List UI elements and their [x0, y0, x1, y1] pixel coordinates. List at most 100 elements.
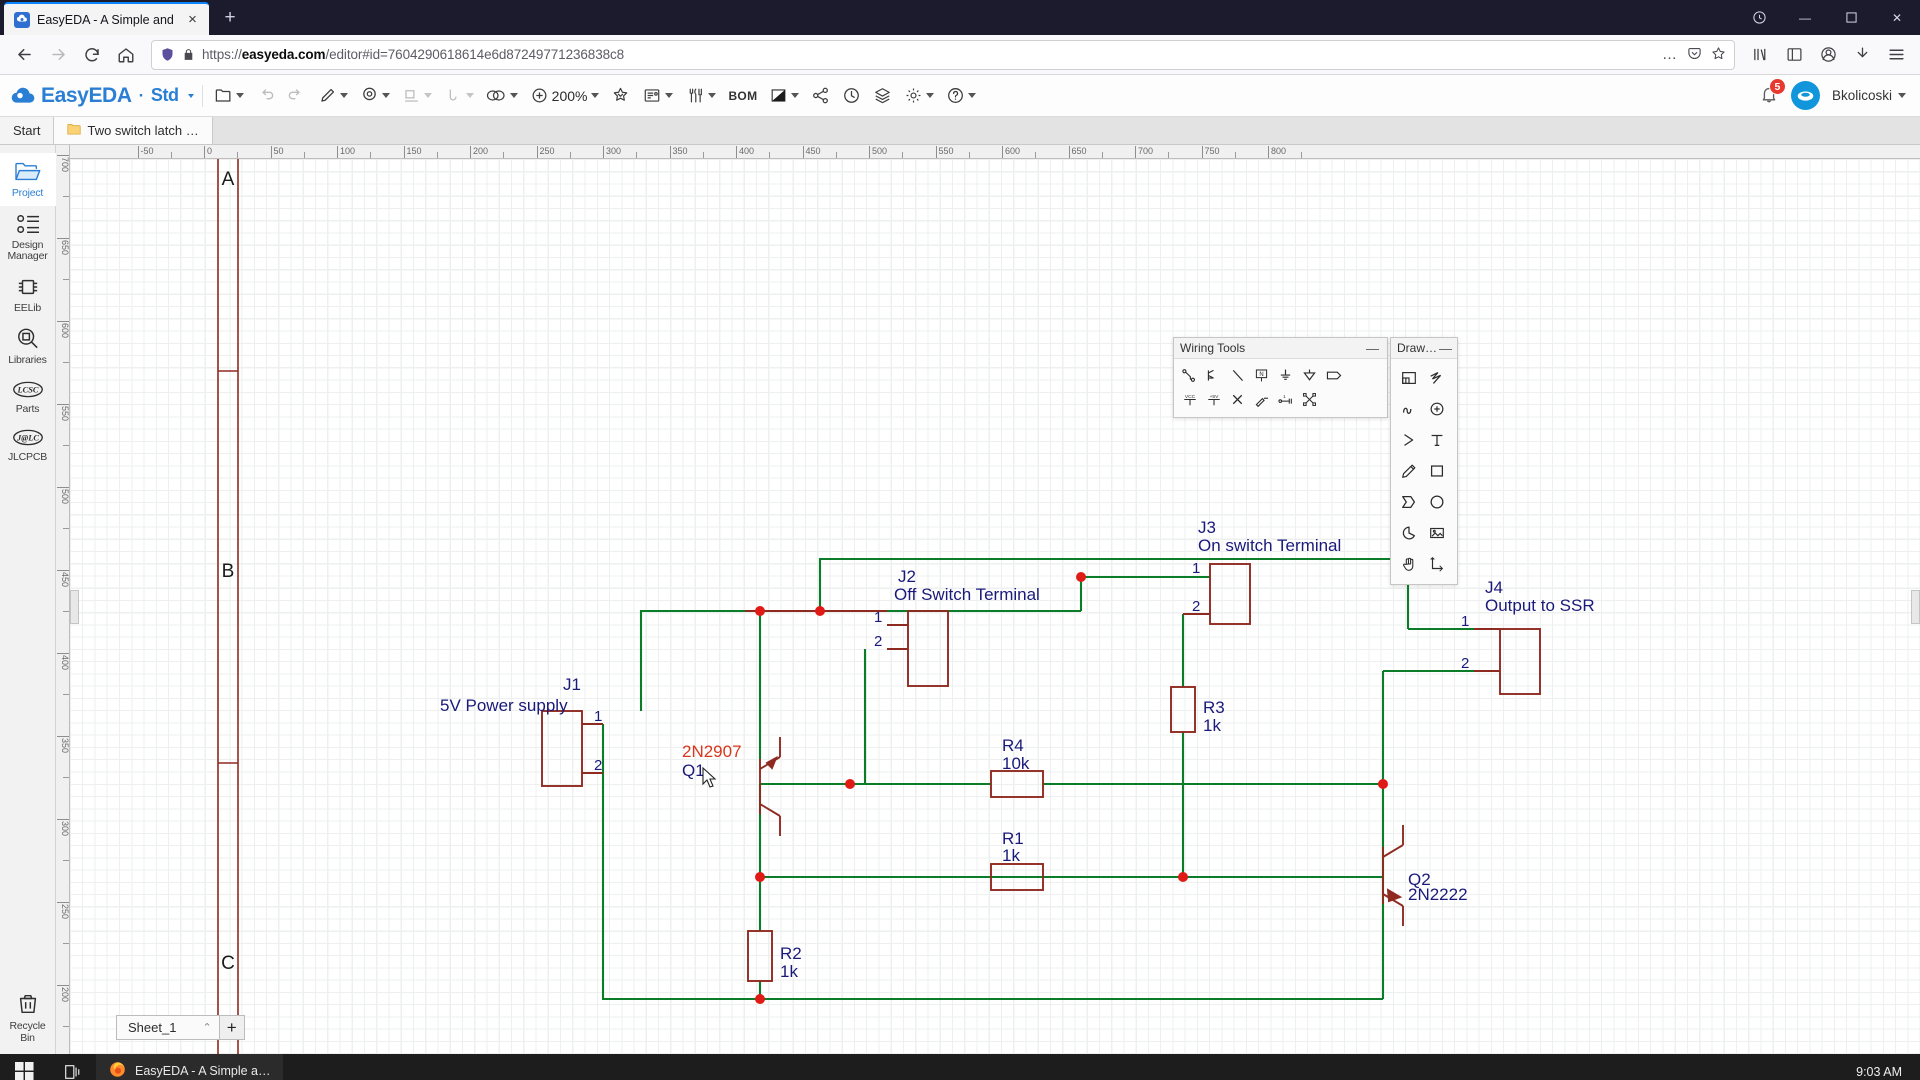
share-button[interactable] [806, 79, 835, 113]
bus-entry-icon[interactable] [1226, 364, 1249, 387]
hand-icon[interactable] [1395, 550, 1423, 578]
net-port-button[interactable] [355, 79, 395, 113]
avatar[interactable] [1790, 81, 1820, 110]
wiring-tools-panel[interactable]: Wiring Tools — N VCC +5V 1 [1173, 337, 1388, 418]
easyeda-logo[interactable]: EasyEDA · Std [10, 84, 196, 108]
panel-header[interactable]: Draw… — [1391, 338, 1457, 359]
sidebar-item-libraries[interactable]: Libraries [0, 320, 56, 373]
rect-icon[interactable] [1423, 457, 1451, 485]
bus-icon[interactable] [1202, 364, 1225, 387]
sheet-tab[interactable]: Sheet_1 ⌃ [116, 1015, 219, 1040]
tab-start[interactable]: Start [0, 117, 55, 144]
schematic-canvas-area[interactable]: -50 0 50 100 150 200 250 300 350 400 450 500 550 600 6… [56, 145, 1920, 1054]
canvas-icon[interactable] [1395, 364, 1423, 392]
settings-button[interactable] [899, 79, 939, 113]
pie-icon[interactable] [1395, 519, 1423, 547]
home-icon[interactable] [110, 39, 142, 71]
sidebar-item-jlcpcb[interactable]: J@LC JLCPCB [0, 421, 56, 470]
draw-tools-panel[interactable]: Draw… — [1390, 337, 1458, 585]
star-icon[interactable] [1711, 46, 1726, 64]
file-menu-button[interactable] [209, 79, 249, 113]
left-panel-handle[interactable] [70, 589, 79, 624]
chevron-down-icon[interactable] [591, 93, 600, 98]
redo-button[interactable] [282, 79, 311, 113]
chevron-down-icon[interactable] [423, 93, 432, 98]
ellipse-icon[interactable] [1423, 488, 1451, 516]
chevron-down-icon[interactable] [187, 93, 194, 98]
sidebar-item-project[interactable]: Project [0, 153, 56, 206]
dimension-icon[interactable] [1423, 550, 1451, 578]
recycle-bin-button[interactable]: Recycle Bin [0, 986, 56, 1054]
right-panel-handle[interactable] [1911, 589, 1920, 624]
notifications-button[interactable]: 5 [1759, 78, 1786, 107]
arrow-icon[interactable] [1395, 426, 1423, 454]
pencil-icon[interactable] [1395, 457, 1423, 485]
url-text[interactable]: https://easyeda.com/editor#id=7604290618… [202, 47, 1655, 62]
panel-minimize-button[interactable]: — [1364, 342, 1381, 355]
panel-header[interactable]: Wiring Tools — [1174, 338, 1387, 359]
downloads-icon[interactable] [1846, 39, 1878, 71]
plus5v-icon[interactable]: +5V [1202, 388, 1225, 411]
window-restore-icon[interactable] [1736, 0, 1782, 35]
chevron-down-icon[interactable] [926, 93, 935, 98]
help-button[interactable] [941, 79, 981, 113]
netlabel-icon[interactable]: N [1250, 364, 1273, 387]
image-icon[interactable] [1423, 519, 1451, 547]
wire-icon[interactable] [1178, 364, 1201, 387]
history-button[interactable] [837, 79, 866, 113]
back-arrow-icon[interactable] [8, 39, 40, 71]
circle-plus-icon[interactable] [1423, 395, 1451, 423]
page-actions-icon[interactable]: … [1662, 46, 1678, 63]
wire-tool-button[interactable] [313, 79, 353, 113]
windows-start-icon[interactable] [0, 1054, 48, 1080]
new-tab-button[interactable]: + [215, 3, 245, 33]
hamburger-icon[interactable] [1880, 39, 1912, 71]
shield-icon[interactable] [160, 47, 175, 62]
visibility-button[interactable] [481, 79, 523, 113]
chevron-up-icon[interactable]: ⌃ [202, 1021, 211, 1034]
sidebar-item-design-manager[interactable]: Design Manager [0, 206, 56, 269]
sidebar-item-parts[interactable]: LCSC Parts [0, 373, 56, 422]
no-connect-icon[interactable] [1226, 388, 1249, 411]
component-labels[interactable]: J1 5V Power supply J2 Off Switch Termina… [440, 518, 1595, 981]
window-close-button[interactable]: ✕ [1874, 0, 1920, 35]
window-minimize-button[interactable]: — [1782, 0, 1828, 35]
user-menu[interactable]: Bkolicoski [1832, 88, 1906, 103]
chevron-down-icon[interactable] [381, 93, 390, 98]
forward-arrow-icon[interactable] [42, 39, 74, 71]
library-icon[interactable] [1744, 39, 1776, 71]
polyline-icon[interactable] [1423, 364, 1451, 392]
sidebar-icon[interactable] [1778, 39, 1810, 71]
gnd-icon[interactable] [1274, 364, 1297, 387]
arc-icon[interactable] [1395, 395, 1423, 423]
taskbar-app-easyeda[interactable]: EasyEDA - A Simple a… [96, 1054, 284, 1080]
add-sheet-button[interactable]: + [218, 1015, 245, 1040]
design-rule-check-button[interactable] [606, 79, 635, 113]
tab-two-switch-latch[interactable]: Two switch latch … [54, 117, 213, 144]
taskbar-clock[interactable]: 9:03 AM [1856, 1065, 1920, 1079]
sidebar-item-eelib[interactable]: EELib [0, 269, 56, 321]
browser-tab[interactable]: EasyEDA - A Simple and Powerf × [4, 2, 209, 35]
bom-button[interactable]: BOM [723, 79, 762, 113]
vcc-icon[interactable]: VCC [1178, 388, 1201, 411]
probe-icon[interactable] [1250, 388, 1273, 411]
pocket-icon[interactable] [1687, 46, 1702, 64]
url-bar[interactable]: https://easyeda.com/editor#id=7604290618… [151, 39, 1735, 70]
account-icon[interactable] [1812, 39, 1844, 71]
panel-minimize-button[interactable]: — [1437, 342, 1454, 355]
netport-icon[interactable] [1322, 364, 1345, 387]
pin-icon[interactable]: 1 [1274, 388, 1297, 411]
schematic-canvas[interactable]: A B C J1 5V Power supply J2 Off Switch T… [70, 159, 1920, 1054]
window-maximize-button[interactable] [1828, 0, 1874, 35]
undo-button[interactable] [251, 79, 280, 113]
netflag-icon[interactable] [1298, 364, 1321, 387]
chevron-down-icon[interactable] [791, 93, 800, 98]
polygon-icon[interactable] [1395, 488, 1423, 516]
task-view-icon[interactable] [48, 1054, 96, 1080]
chevron-down-icon[interactable] [968, 93, 977, 98]
theme-button[interactable] [764, 79, 804, 113]
part-icon[interactable] [1298, 388, 1321, 411]
schematic-tools-button[interactable] [637, 79, 678, 113]
chevron-down-icon[interactable] [665, 93, 674, 98]
chevron-down-icon[interactable] [1898, 93, 1906, 98]
